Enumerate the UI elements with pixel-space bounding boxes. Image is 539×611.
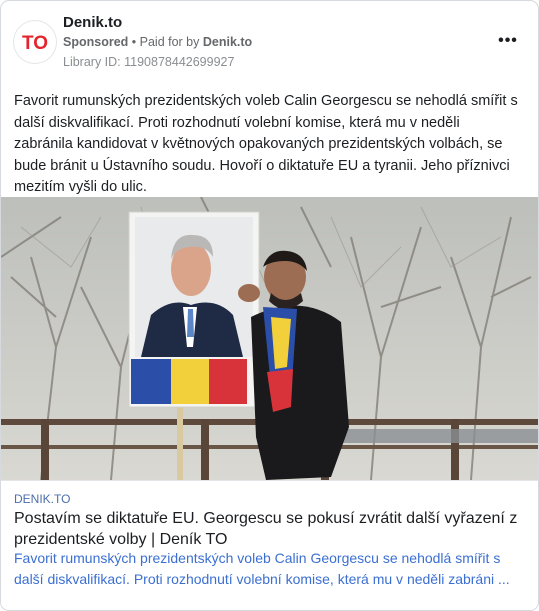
link-preview[interactable]: DENIK.TO Postavím se diktatuře EU. Georg… xyxy=(1,480,538,610)
flag-blue-stripe xyxy=(131,359,171,404)
post-image[interactable] xyxy=(1,197,538,480)
denik-to-logo: TO xyxy=(19,26,51,58)
logo-text: TO xyxy=(22,33,48,54)
link-title[interactable]: Postavím se diktatuře EU. Georgescu se p… xyxy=(14,508,524,550)
flag-yellow-stripe xyxy=(171,359,209,404)
link-domain: DENIK.TO xyxy=(14,492,71,506)
sponsored-label: Sponsored xyxy=(63,35,129,49)
ad-card: TO Denik.to Sponsored • Paid for by Deni… xyxy=(0,0,539,611)
more-options-button[interactable]: ••• xyxy=(498,31,518,51)
sponsored-meta: Sponsored • Paid for by Denik.to xyxy=(63,35,252,49)
link-description: Favorit rumunských prezidentských voleb … xyxy=(14,550,510,587)
page-name[interactable]: Denik.to xyxy=(63,14,122,31)
post-body-text: Favorit rumunských prezidentských voleb … xyxy=(14,93,518,195)
paid-for-label: Paid for by xyxy=(139,35,203,49)
page-avatar[interactable]: TO xyxy=(13,20,57,64)
flag-red-stripe xyxy=(209,359,247,404)
library-id: Library ID: 1190878442699927 xyxy=(63,55,235,69)
more-horizontal-icon: ••• xyxy=(498,32,518,49)
paid-for-name[interactable]: Denik.to xyxy=(203,35,252,49)
protest-photo xyxy=(1,197,538,480)
meta-separator: • xyxy=(128,35,140,49)
